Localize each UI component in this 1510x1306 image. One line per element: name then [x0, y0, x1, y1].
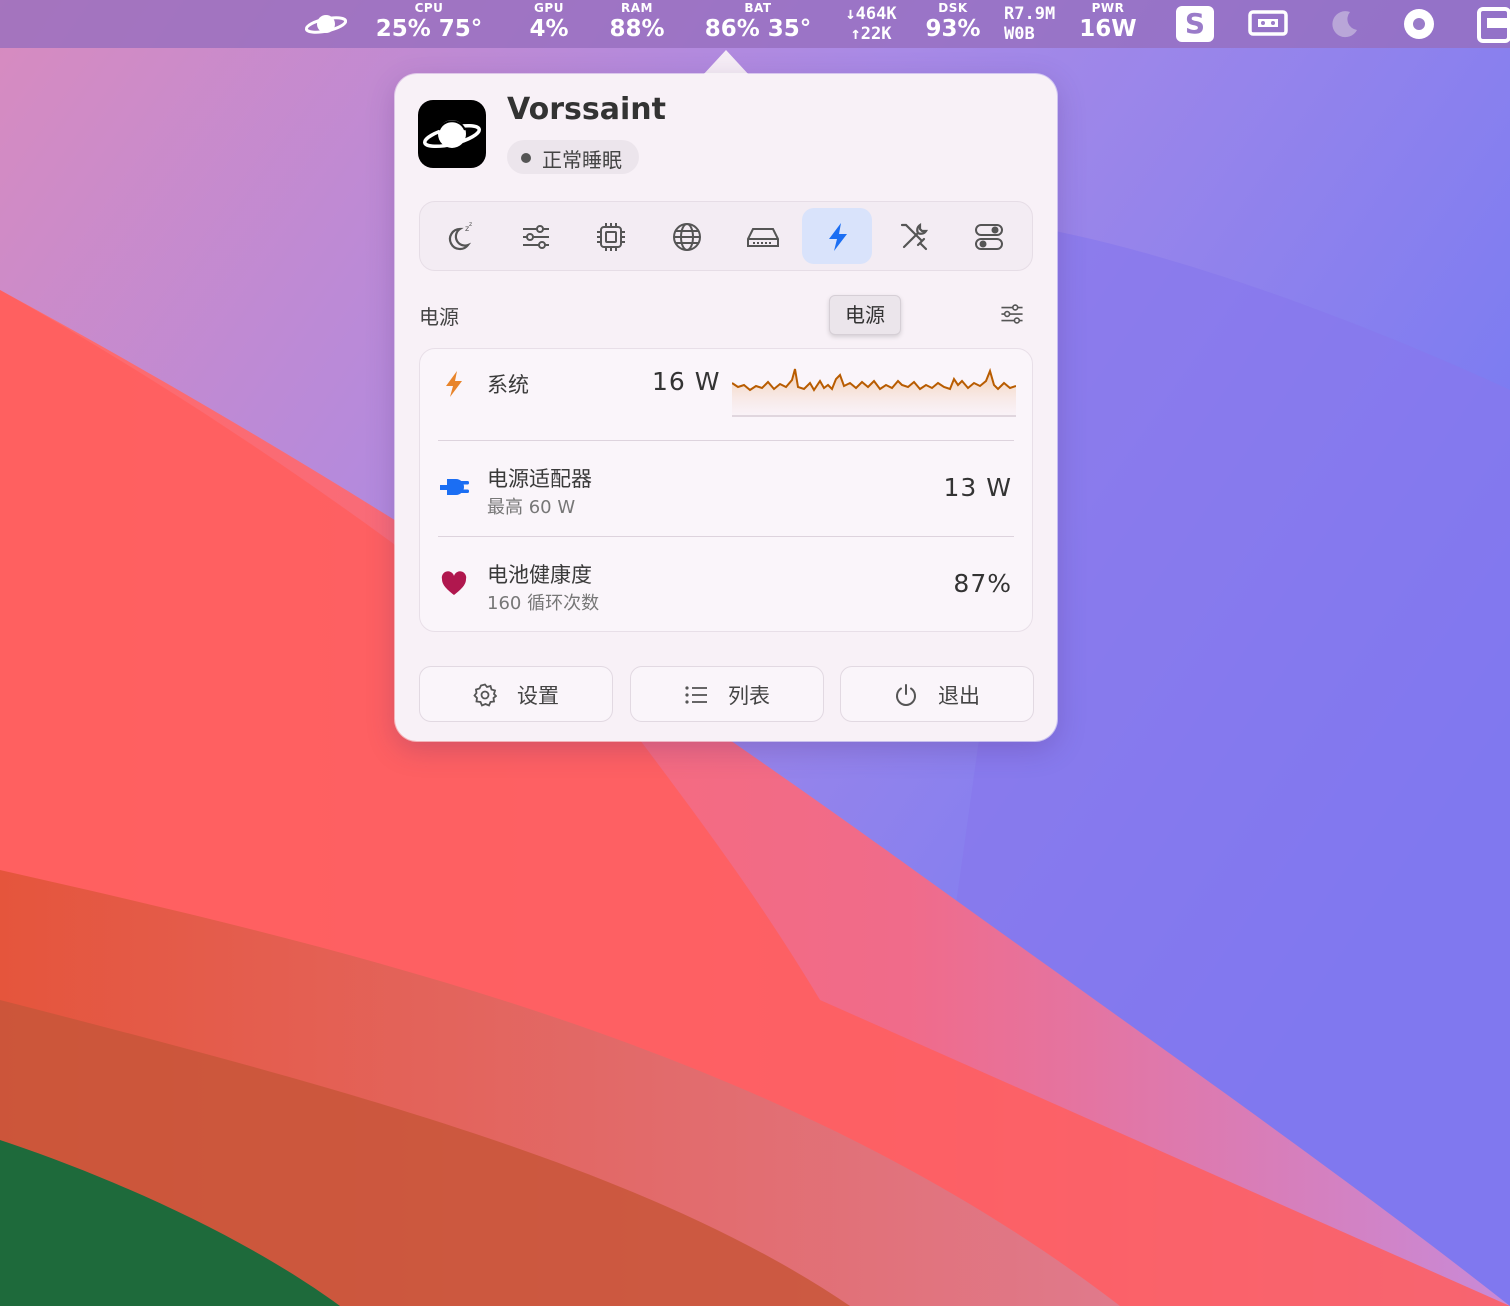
- saturn-icon[interactable]: [304, 10, 348, 42]
- power-sparkline: [732, 367, 1016, 417]
- popover-arrow: [702, 50, 750, 76]
- quit-button-label: 退出: [938, 684, 980, 708]
- gpu-label: GPU: [534, 1, 564, 15]
- power-icon: [896, 684, 916, 706]
- cpu-value: 25% 75°: [375, 16, 483, 42]
- section-title: 电源: [419, 305, 459, 329]
- status-text: 正常睡眠: [542, 148, 622, 172]
- screen-mirror-icon[interactable]: [1248, 10, 1288, 42]
- list-icon: [685, 686, 707, 704]
- tab-disk[interactable]: [726, 208, 796, 264]
- tab-tooltip: 电源: [829, 295, 901, 335]
- ram-label: RAM: [621, 1, 653, 15]
- dsk-value: 93%: [925, 16, 981, 42]
- bolt-icon: [440, 369, 468, 403]
- menu-bar: CPU 25% 75° GPU 4% RAM 88% BAT 86% 35° ↓…: [0, 0, 1510, 48]
- gpu-value: 4%: [529, 16, 569, 42]
- svg-text:z: z: [469, 221, 472, 228]
- row-adapter: 电源适配器 最高 60 W 13 W: [420, 441, 1032, 537]
- moon-sleep-icon: z z: [448, 221, 472, 251]
- tab-toggles[interactable]: [953, 208, 1023, 264]
- globe-icon: [673, 223, 701, 251]
- s-app-letter: S: [1184, 7, 1206, 40]
- s-app-icon[interactable]: S: [1176, 6, 1214, 42]
- section-options-icon[interactable]: [999, 301, 1025, 331]
- disk-drive-icon: [747, 228, 779, 247]
- net-up: ↑22K: [850, 24, 892, 44]
- tab-cpu[interactable]: [575, 208, 645, 264]
- battery-sub: 160 循环次数: [487, 593, 600, 614]
- power-card: 系统 16 W 电源适配器 最高 60 W 13 W 电池健康度 160 循环次…: [419, 348, 1033, 632]
- wrench-screwdriver-icon: [900, 222, 929, 251]
- menubar-gpu[interactable]: GPU 4%: [518, 0, 580, 48]
- menubar-disk[interactable]: DSK 93%: [920, 0, 986, 48]
- menubar-cpu[interactable]: CPU 25% 75°: [372, 0, 486, 48]
- sliders-icon: [523, 225, 549, 249]
- ram-value: 88%: [609, 16, 665, 42]
- bat-label: BAT: [744, 1, 772, 15]
- saturn-logo-icon: [423, 120, 481, 149]
- status-badge: 正常睡眠: [507, 140, 639, 174]
- system-label: 系统: [487, 373, 529, 397]
- menubar-power[interactable]: PWR 16W: [1076, 0, 1140, 48]
- pwr-label: PWR: [1091, 1, 1125, 15]
- tab-tools[interactable]: [878, 208, 948, 264]
- menubar-ram[interactable]: RAM 88%: [604, 0, 670, 48]
- battery-label: 电池健康度: [487, 563, 592, 587]
- category-tabbar: z z: [419, 201, 1033, 271]
- pwr-value: 16W: [1079, 16, 1137, 42]
- list-button-label: 列表: [728, 684, 770, 708]
- tab-network[interactable]: [651, 208, 721, 264]
- status-dot: [521, 153, 531, 163]
- list-button[interactable]: 列表: [630, 666, 824, 722]
- bat-value: 86% 35°: [704, 16, 812, 42]
- tab-adjustments[interactable]: [500, 208, 570, 264]
- adapter-label: 电源适配器: [487, 467, 592, 491]
- settings-button[interactable]: 设置: [419, 666, 613, 722]
- cpu-label: CPU: [414, 1, 444, 15]
- disk-write: W0B: [1004, 24, 1035, 44]
- net-down: ↓464K: [845, 4, 897, 24]
- tab-sleep[interactable]: z z: [424, 208, 494, 264]
- row-system: 系统 16 W: [420, 349, 1032, 441]
- app-name: Vorssaint: [507, 92, 666, 127]
- gear-icon: [473, 683, 497, 707]
- vorssaint-popover: Vorssaint 正常睡眠 z z 电源 电源 系统 16 W 电源适配器 最…: [395, 74, 1057, 741]
- tab-power[interactable]: [802, 208, 872, 264]
- menubar-network[interactable]: ↓464K ↑22K: [838, 0, 904, 48]
- disk-read: R7.9M: [1004, 4, 1056, 24]
- menubar-disk-io[interactable]: R7.9M W0B: [1000, 0, 1066, 48]
- battery-value: 87%: [953, 569, 1012, 598]
- record-icon[interactable]: [1402, 7, 1436, 45]
- cpu-chip-icon: [597, 223, 625, 251]
- moon-icon[interactable]: [1330, 9, 1360, 43]
- row-battery: 电池健康度 160 循环次数 87%: [420, 537, 1032, 631]
- system-value: 16 W: [652, 367, 721, 396]
- clipboard-icon[interactable]: [1476, 6, 1510, 48]
- menubar-battery[interactable]: BAT 86% 35°: [700, 0, 816, 48]
- adapter-value: 13 W: [943, 473, 1012, 502]
- app-icon: [418, 100, 486, 168]
- heart-icon: [440, 571, 468, 601]
- settings-button-label: 设置: [517, 684, 559, 708]
- dsk-label: DSK: [938, 1, 968, 15]
- quit-button[interactable]: 退出: [840, 666, 1034, 722]
- plug-icon: [440, 475, 470, 503]
- toggle-switches-icon: [975, 224, 1003, 250]
- adapter-sub: 最高 60 W: [487, 497, 576, 518]
- lightning-bolt-icon: [829, 223, 847, 251]
